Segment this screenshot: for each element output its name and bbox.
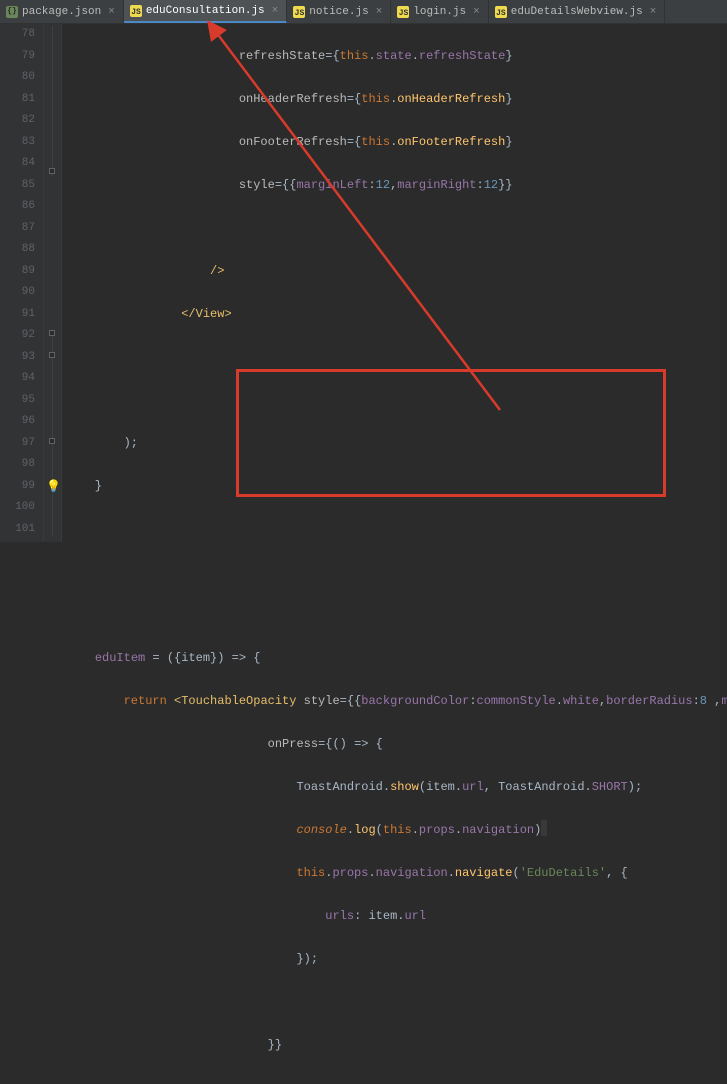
close-icon[interactable]: × bbox=[376, 6, 383, 18]
fold-icon[interactable] bbox=[49, 168, 55, 174]
line-number: 87 bbox=[0, 218, 35, 240]
js-icon: JS bbox=[293, 6, 305, 18]
js-icon: JS bbox=[495, 6, 507, 18]
json-icon: {} bbox=[6, 6, 18, 18]
line-number: 93 bbox=[0, 347, 35, 369]
js-icon: JS bbox=[397, 6, 409, 18]
tab-notice[interactable]: JS notice.js × bbox=[287, 0, 391, 23]
tab-package-json[interactable]: {} package.json × bbox=[0, 0, 124, 23]
line-number: 92 bbox=[0, 325, 35, 347]
code-area[interactable]: refreshState={this.state.refreshState} o… bbox=[62, 24, 727, 542]
line-number: 88 bbox=[0, 239, 35, 261]
line-number: 81 bbox=[0, 89, 35, 111]
tab-label: notice.js bbox=[309, 6, 368, 18]
line-number: 86 bbox=[0, 196, 35, 218]
line-number: 99 bbox=[0, 476, 35, 498]
line-number: 80 bbox=[0, 67, 35, 89]
js-icon: JS bbox=[130, 5, 142, 17]
line-number: 78 bbox=[0, 24, 35, 46]
line-number: 90 bbox=[0, 282, 35, 304]
line-number: 85 bbox=[0, 175, 35, 197]
line-number: 94 bbox=[0, 368, 35, 390]
close-icon[interactable]: × bbox=[650, 6, 657, 18]
line-number: 91 bbox=[0, 304, 35, 326]
line-number: 79 bbox=[0, 46, 35, 68]
tab-edu-consultation[interactable]: JS eduConsultation.js × bbox=[124, 0, 287, 23]
line-number: 89 bbox=[0, 261, 35, 283]
line-number: 82 bbox=[0, 110, 35, 132]
tab-label: package.json bbox=[22, 6, 101, 18]
fold-icon[interactable] bbox=[49, 352, 55, 358]
close-icon[interactable]: × bbox=[108, 6, 115, 18]
close-icon[interactable]: × bbox=[473, 6, 480, 18]
line-number: 96 bbox=[0, 411, 35, 433]
tab-label: eduConsultation.js bbox=[146, 5, 265, 17]
line-number: 101 bbox=[0, 519, 35, 541]
line-number: 100 bbox=[0, 497, 35, 519]
line-number: 98 bbox=[0, 454, 35, 476]
line-number: 97 bbox=[0, 433, 35, 455]
close-icon[interactable]: × bbox=[272, 5, 279, 17]
tab-label: eduDetailsWebview.js bbox=[511, 6, 643, 18]
line-number-gutter: 7879808182838485868788899091929394959697… bbox=[0, 24, 44, 542]
gutter-marks: 💡 bbox=[44, 24, 62, 542]
tab-login[interactable]: JS login.js × bbox=[391, 0, 488, 23]
line-number: 84 bbox=[0, 153, 35, 175]
line-number: 83 bbox=[0, 132, 35, 154]
bulb-icon[interactable]: 💡 bbox=[46, 479, 58, 491]
line-number: 95 bbox=[0, 390, 35, 412]
fold-icon[interactable] bbox=[49, 438, 55, 444]
tab-edu-details-webview[interactable]: JS eduDetailsWebview.js × bbox=[489, 0, 666, 23]
tab-label: login.js bbox=[413, 6, 466, 18]
cursor-caret bbox=[541, 820, 547, 836]
code-editor[interactable]: 7879808182838485868788899091929394959697… bbox=[0, 24, 727, 542]
editor-tabs: {} package.json × JS eduConsultation.js … bbox=[0, 0, 727, 24]
